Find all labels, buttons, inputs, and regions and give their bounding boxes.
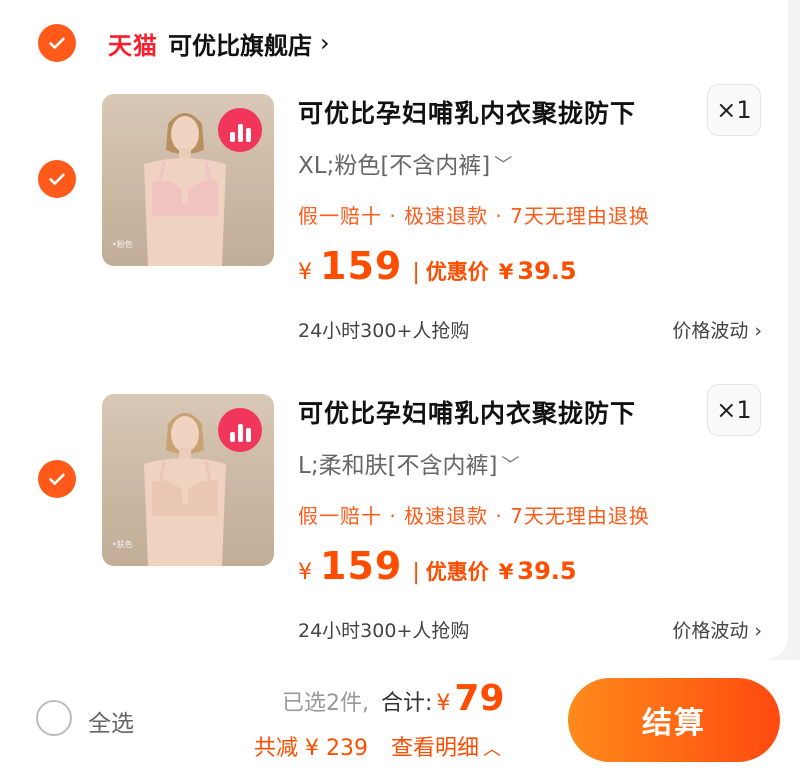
sku-selector[interactable]: XL;粉色[不含内裤] ﹀ <box>298 146 512 180</box>
chevron-down-icon: ﹀ <box>501 455 520 476</box>
chevron-right-icon: › <box>320 29 330 57</box>
chevron-right-icon: › <box>754 320 762 342</box>
discount-label: 优惠价 <box>425 560 489 584</box>
checkout-button[interactable]: 结算 <box>568 678 780 762</box>
price-row: ¥ 159 | 优惠价 ¥ 39.5 <box>298 244 577 288</box>
select-all-checkbox[interactable] <box>36 700 72 736</box>
price-divider: | <box>412 560 420 585</box>
bar-chart-icon <box>218 408 262 452</box>
discount-currency: ¥ <box>498 260 514 284</box>
price-divider: | <box>412 260 420 285</box>
order-summary: 已选2件, 合计: ¥ 79 <box>282 678 505 719</box>
check-icon <box>49 473 65 485</box>
item-select-checkbox[interactable] <box>38 460 76 498</box>
chevron-down-icon: ﹀ <box>494 155 513 176</box>
store-name: 可优比旗舰店 <box>168 31 312 60</box>
total-amount: 79 <box>454 678 505 719</box>
selected-count: 已选2件, <box>282 691 369 716</box>
total-label: 合计: <box>381 691 433 716</box>
total-currency: ¥ <box>436 691 451 716</box>
bar-chart-icon <box>218 108 262 152</box>
check-icon <box>49 37 65 49</box>
product-title[interactable]: 可优比孕妇哺乳内衣聚拢防下 <box>298 94 636 130</box>
discount-currency: ¥ <box>498 560 514 584</box>
item-select-checkbox[interactable] <box>38 160 76 198</box>
price-currency: ¥ <box>298 260 312 285</box>
product-image[interactable]: •粉色 <box>102 94 274 266</box>
quantity-button[interactable]: ×1 <box>707 84 761 136</box>
check-icon <box>49 173 65 185</box>
cart-item: •粉色 可优比孕妇哺乳内衣聚拢防下 ×1 XL;粉色[不含内裤] ﹀ 假一赔十 ·… <box>0 84 788 380</box>
store-header[interactable]: 天猫 可优比旗舰店 › <box>108 23 330 63</box>
price-value: 159 <box>320 244 403 288</box>
sales-info: 24小时300+人抢购 <box>298 620 470 642</box>
price-trend-label: 价格波动 <box>672 620 749 642</box>
select-all-label[interactable]: 全选 <box>88 704 134 738</box>
tmall-logo: 天猫 <box>108 31 158 60</box>
price-trend-link[interactable]: 价格波动 › <box>672 616 762 643</box>
cart-item: •肤色 可优比孕妇哺乳内衣聚拢防下 ×1 L;柔和肤[不含内裤] ﹀ 假一赔十 ·… <box>0 384 788 680</box>
quantity-button[interactable]: ×1 <box>707 384 761 436</box>
image-caption: •肤色 <box>112 540 133 549</box>
discount-label: 优惠价 <box>425 260 489 284</box>
discount-price: 39.5 <box>517 257 577 285</box>
image-caption: •粉色 <box>112 240 133 249</box>
cart-store-card: 天猫 可优比旗舰店 › •粉色 可优比孕妇哺乳内衣聚拢防下 ×1 XL;粉色[不… <box>0 0 788 660</box>
price-trend-link[interactable]: 价格波动 › <box>672 316 762 343</box>
sku-text: XL;粉色[不含内裤] <box>298 153 491 179</box>
service-promises: 假一赔十 · 极速退款 · 7天无理由退换 <box>298 204 650 228</box>
price-currency: ¥ <box>298 560 312 585</box>
price-value: 159 <box>320 544 403 588</box>
sku-selector[interactable]: L;柔和肤[不含内裤] ﹀ <box>298 446 520 480</box>
product-title[interactable]: 可优比孕妇哺乳内衣聚拢防下 <box>298 394 636 430</box>
discount-price: 39.5 <box>517 557 577 585</box>
chevron-up-icon: ︿ <box>483 739 501 760</box>
chevron-right-icon: › <box>754 620 762 642</box>
savings-row[interactable]: 共减 ¥ 239 查看明细 ︿ <box>254 730 501 762</box>
view-details-link[interactable]: 查看明细 <box>391 736 479 761</box>
sales-info: 24小时300+人抢购 <box>298 320 470 342</box>
price-row: ¥ 159 | 优惠价 ¥ 39.5 <box>298 544 577 588</box>
savings-amount: 共减 ¥ 239 <box>254 736 368 761</box>
product-image[interactable]: •肤色 <box>102 394 274 566</box>
checkout-bar: 全选 已选2件, 合计: ¥ 79 共减 ¥ 239 查看明细 ︿ 结算 <box>0 660 800 772</box>
price-trend-label: 价格波动 <box>672 320 749 342</box>
store-select-checkbox[interactable] <box>38 24 76 62</box>
service-promises: 假一赔十 · 极速退款 · 7天无理由退换 <box>298 504 650 528</box>
sku-text: L;柔和肤[不含内裤] <box>298 453 498 479</box>
